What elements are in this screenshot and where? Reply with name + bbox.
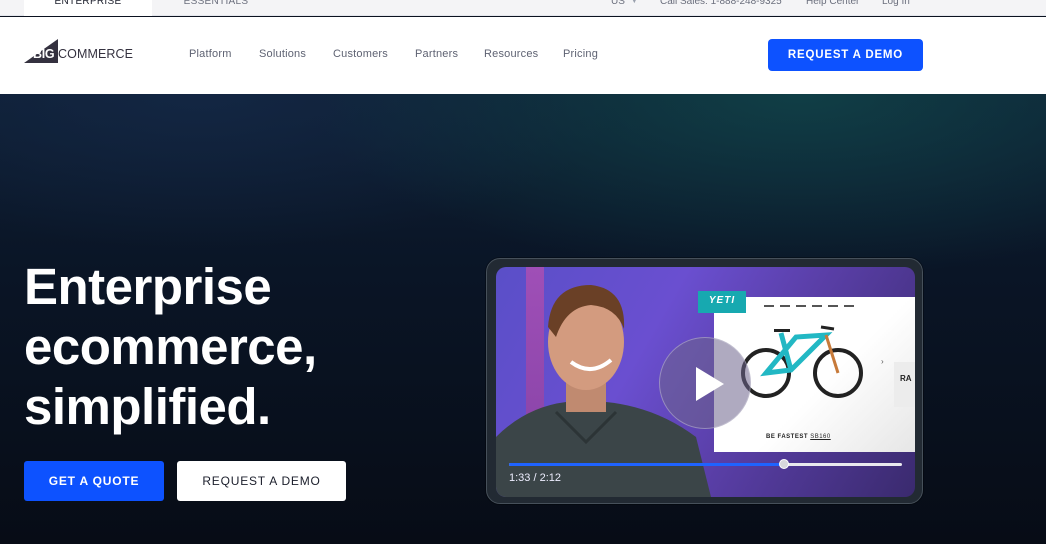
side-card: RA — [894, 362, 915, 407]
store-tagline: BE FASTEST SB160 — [766, 434, 831, 440]
bike-image — [741, 325, 863, 398]
main-header: BIG COMMERCE Platform Solutions Customer… — [0, 17, 1046, 94]
tab-essentials[interactable]: ESSENTIALS — [152, 0, 280, 16]
bigcommerce-logo[interactable]: BIG COMMERCE — [24, 39, 144, 63]
play-icon — [696, 367, 724, 401]
video-progress-bar[interactable] — [509, 459, 902, 469]
nav-platform[interactable]: Platform — [189, 48, 232, 60]
nav-pricing[interactable]: Pricing — [563, 48, 598, 60]
headline-line-2: ecommerce, — [24, 318, 317, 375]
progress-scrubber-handle[interactable] — [779, 459, 790, 469]
region-selector[interactable]: US ▼ — [611, 0, 638, 10]
video-screen[interactable]: YETI › RA BE FASTEST SB160 1:33 / 2:12 — [496, 267, 915, 497]
nav-resources[interactable]: Resources — [484, 48, 538, 60]
request-demo-header-button[interactable]: REQUEST A DEMO — [768, 39, 923, 71]
call-sales-link[interactable]: Call Sales: 1-888-248-9325 — [660, 0, 782, 10]
nav-partners[interactable]: Partners — [415, 48, 458, 60]
logo-commerce-text: COMMERCE — [58, 47, 134, 61]
carousel-next-icon: › — [881, 357, 884, 366]
store-nav-mock — [764, 302, 854, 307]
video-player: YETI › RA BE FASTEST SB160 1:33 / 2:12 — [486, 258, 923, 504]
login-link[interactable]: Log In — [882, 0, 910, 10]
region-label: US — [611, 0, 625, 7]
nav-solutions[interactable]: Solutions — [259, 48, 306, 60]
hero-headline: Enterprise ecommerce, simplified. — [24, 257, 317, 437]
tab-enterprise[interactable]: ENTERPRISE — [24, 0, 152, 16]
hero-section: Enterprise ecommerce, simplified. GET A … — [0, 94, 1046, 544]
yeti-brand-badge: YETI — [698, 291, 746, 313]
logo-big-text: BIG — [33, 47, 55, 61]
headline-line-3: simplified. — [24, 378, 271, 435]
request-demo-hero-button[interactable]: REQUEST A DEMO — [177, 461, 346, 501]
video-time-display: 1:33 / 2:12 — [509, 472, 561, 484]
tagline-bold: BE FASTEST — [766, 434, 809, 440]
tagline-model: SB160 — [810, 434, 831, 440]
utility-bar: ENTERPRISE ESSENTIALS US ▼ Call Sales: 1-… — [0, 0, 1046, 16]
chevron-down-icon: ▼ — [630, 0, 638, 5]
play-button[interactable] — [659, 337, 751, 429]
get-quote-button[interactable]: GET A QUOTE — [24, 461, 164, 501]
nav-customers[interactable]: Customers — [333, 48, 388, 60]
progress-fill — [509, 463, 785, 466]
help-center-link[interactable]: Help Center — [806, 0, 859, 10]
headline-line-1: Enterprise — [24, 258, 272, 315]
